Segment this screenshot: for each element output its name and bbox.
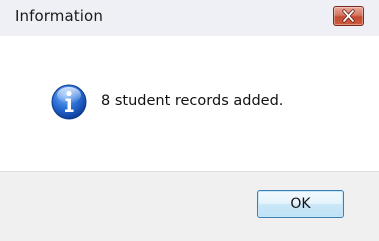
message-area: 8 student records added. xyxy=(0,36,379,171)
title-bar[interactable]: Information xyxy=(0,0,379,36)
ok-button[interactable]: OK xyxy=(257,190,344,218)
close-button[interactable] xyxy=(333,6,364,26)
information-dialog: Information 8 student records added. OK xyxy=(0,0,379,241)
info-icon xyxy=(51,84,87,120)
dialog-message: 8 student records added. xyxy=(101,93,284,109)
button-bar: OK xyxy=(0,171,379,241)
dialog-title: Information xyxy=(15,7,103,25)
close-icon xyxy=(342,9,355,23)
